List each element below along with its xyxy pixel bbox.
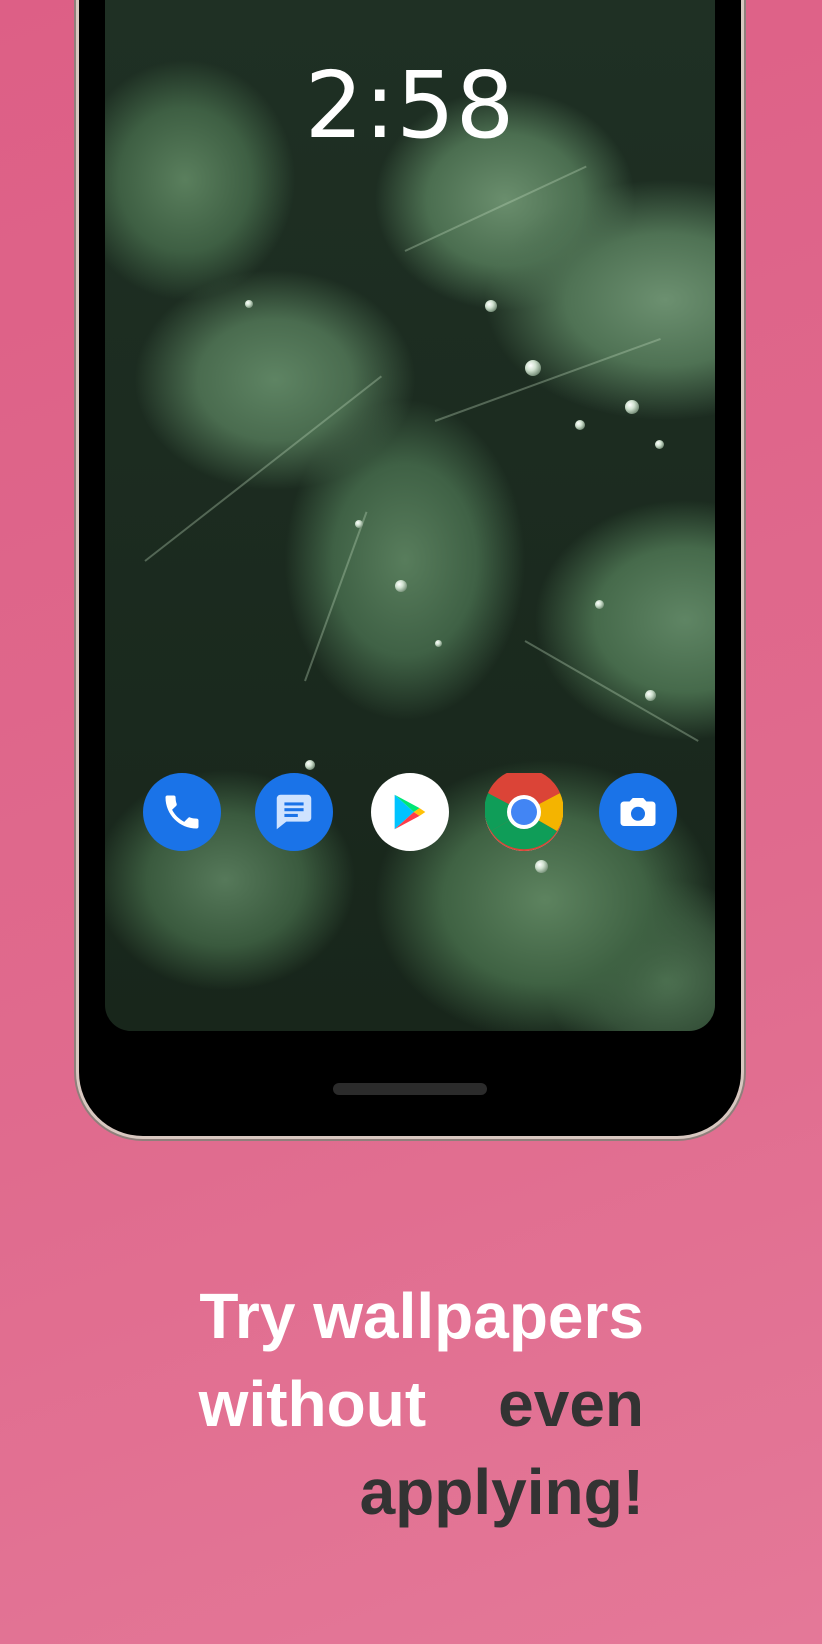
phone-icon <box>165 795 199 829</box>
play-store-icon <box>394 794 426 830</box>
messages-app[interactable] <box>255 773 333 851</box>
leaf-vein <box>144 375 383 562</box>
phone-volume-button <box>741 218 746 410</box>
water-drop <box>435 640 442 647</box>
camera-icon <box>620 798 656 826</box>
chrome-app[interactable] <box>485 773 563 851</box>
phone-screen: 2:58 <box>105 0 715 1031</box>
caption-word-without: without <box>198 1368 427 1440</box>
water-drop <box>625 400 639 414</box>
caption-line-1: Try wallpapers <box>199 1280 644 1352</box>
phone-app[interactable] <box>143 773 221 851</box>
water-drop <box>395 580 407 592</box>
water-drop <box>655 440 664 449</box>
water-drop <box>355 520 363 528</box>
camera-app[interactable] <box>599 773 677 851</box>
water-drop <box>535 860 548 873</box>
promo-caption: Try wallpapers without even applying! <box>124 1272 644 1536</box>
phone-frame: 2:58 <box>79 0 741 1136</box>
phone-power-button <box>741 22 746 114</box>
water-drop <box>645 690 656 701</box>
caption-line-3: applying! <box>359 1456 644 1528</box>
lockscreen-clock: 2:58 <box>304 52 516 159</box>
water-drop <box>595 600 604 609</box>
leaf-vein <box>524 640 699 742</box>
water-drop <box>525 360 541 376</box>
chrome-icon <box>485 773 563 851</box>
messages-icon <box>276 794 312 830</box>
leaf-vein <box>304 511 368 682</box>
water-drop <box>305 760 315 770</box>
app-dock <box>105 773 715 853</box>
home-gesture-bar[interactable] <box>333 1083 487 1095</box>
leaf-vein <box>404 165 587 252</box>
play-store-app[interactable] <box>371 773 449 851</box>
water-drop <box>245 300 253 308</box>
water-drop <box>575 420 585 430</box>
caption-line-2: without even <box>124 1360 644 1448</box>
water-drop <box>485 300 497 312</box>
caption-word-even: even <box>498 1368 644 1440</box>
